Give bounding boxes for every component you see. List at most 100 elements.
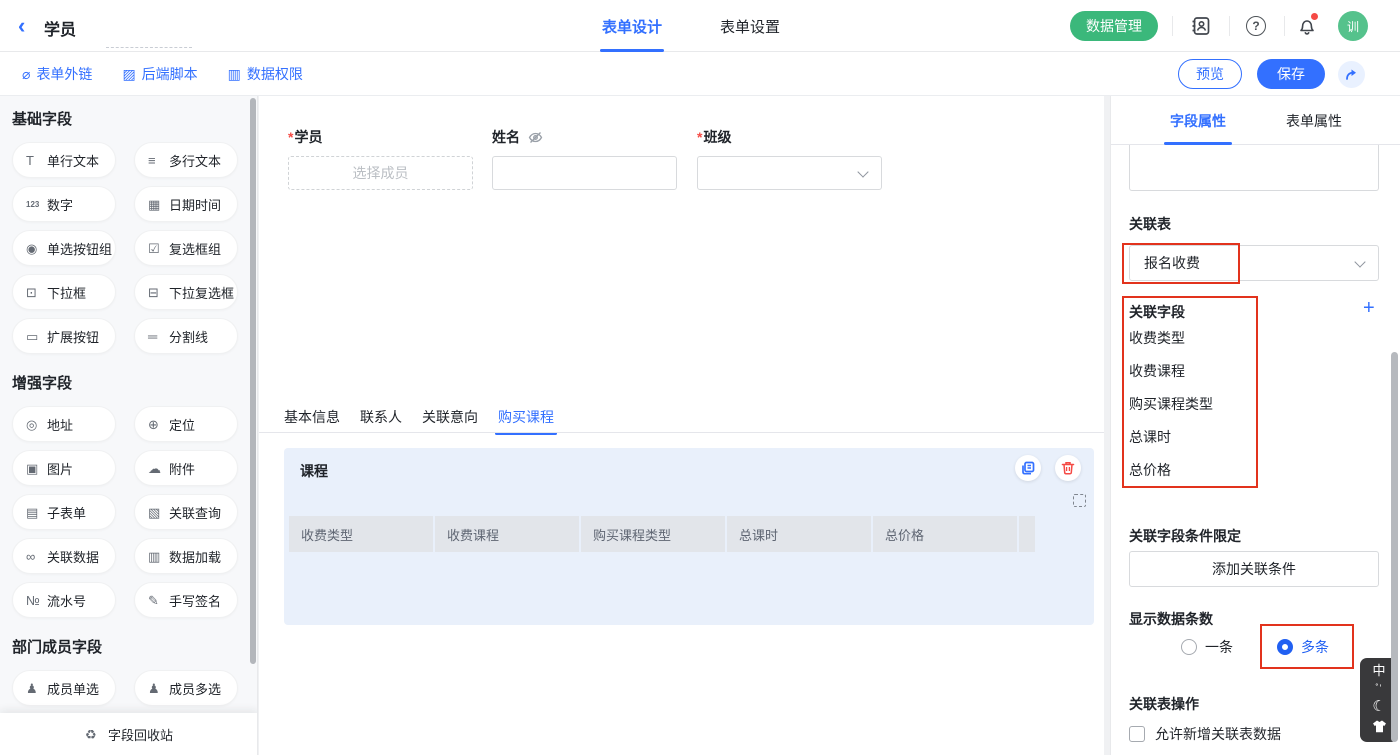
field-pill-member-single[interactable]: ♟成员单选 [12,670,116,706]
display-option-single[interactable]: 一条 [1181,637,1233,657]
ime-punctuation-icon[interactable]: ˚’ [1376,684,1383,693]
canvas-tab-related-intent[interactable]: 关联意向 [422,402,478,432]
preview-button[interactable]: 预览 [1178,59,1242,89]
student-member-picker[interactable]: 选择成员 [288,156,473,190]
field-pill-number[interactable]: 123数字 [12,186,116,222]
backend-script-icon: ▨ [122,67,135,81]
single-line-text-label: 单行文本 [47,151,99,170]
panel-tab-form-props[interactable]: 表单属性 [1286,96,1342,145]
eye-off-icon [528,131,543,147]
related-field-item[interactable]: 总价格 [1129,462,1213,478]
subform-table-header: 收费类型收费课程购买课程类型总课时总价格 [289,516,1035,552]
add-related-field-icon[interactable]: + [1363,296,1375,320]
resize-handle-icon[interactable] [1073,494,1086,507]
display-option-multiple[interactable]: 多条 [1277,637,1329,657]
field-pill-multi-select[interactable]: ⊟下拉复选框 [134,274,238,310]
field-pill-data-load[interactable]: ▥数据加载 [134,538,238,574]
display-option-label: 一条 [1205,637,1233,657]
subform-column-header: 收费类型 [289,516,433,552]
field-pill-checkbox-group[interactable]: ☑ 复选框组 [134,230,238,266]
field-pill-attachment[interactable]: ☁附件 [134,450,238,486]
header-tab-form-settings[interactable]: 表单设置 [720,0,780,52]
avatar[interactable]: 训 [1338,11,1368,41]
related-field-item[interactable]: 购买课程类型 [1129,396,1213,412]
save-button[interactable]: 保存 [1257,59,1325,89]
field-title-input[interactable] [1129,145,1379,191]
related-field-item[interactable]: 收费课程 [1129,363,1213,379]
radio-group-label: 单选按钮组 [47,239,112,258]
field-pill-extend-button[interactable]: ▭扩展按钮 [12,318,116,354]
copy-widget-button[interactable] [1015,455,1041,481]
field-pill-radio-group[interactable]: ◉单选按钮组 [12,230,116,266]
address-book-icon[interactable] [1190,15,1212,37]
class-select[interactable] [697,156,882,190]
related-field-item[interactable]: 收费类型 [1129,330,1213,346]
field-pill-lookup-query[interactable]: ▧关联查询 [134,494,238,530]
name-input[interactable] [492,156,677,190]
related-table-select[interactable]: 报名收费 [1129,245,1379,281]
ime-lang-indicator[interactable]: 中 [1372,664,1385,678]
subform-column-extra [1019,516,1035,552]
data-manage-button[interactable]: 数据管理 [1070,11,1158,41]
form-canvas: *学员 选择成员 姓名 *班级 基本信息联系人关联意向购买课程 课程 [259,96,1104,755]
field-pill-single-line-text[interactable]: T 单行文本 [12,142,116,178]
field-pill-member-multi[interactable]: ♟成员多选 [134,670,238,706]
radio-unselected-icon[interactable] [1181,639,1197,655]
field-pill-select[interactable]: ⊡下拉框 [12,274,116,310]
allow-add-label: 允许新增关联表数据 [1155,724,1281,744]
pill-grid: ♟成员单选 ♟成员多选 [12,670,245,706]
field-pill-divider-line[interactable]: ═分割线 [134,318,238,354]
add-condition-button[interactable]: 添加关联条件 [1129,551,1379,587]
canvas-tab-purchased-courses[interactable]: 购买课程 [498,402,554,432]
checkbox-group-label: 复选框组 [169,239,221,258]
canvas-tab-contacts[interactable]: 联系人 [360,402,402,432]
field-pill-location[interactable]: ⊕定位 [134,406,238,442]
field-pill-address[interactable]: ◎地址 [12,406,116,442]
ime-moon-icon[interactable]: ☾ [1372,699,1385,714]
datetime-icon: ▦ [148,198,163,211]
checkbox-group-icon: ☑ [148,242,163,255]
field-pill-serial-number[interactable]: №流水号 [12,582,116,618]
share-button[interactable] [1338,61,1365,88]
toolbar-link-backend-script[interactable]: ▨后端脚本 [122,64,197,84]
condition-label: 关联字段条件限定 [1129,526,1241,546]
single-line-text-icon: T [26,154,41,167]
ime-skin-icon[interactable] [1372,720,1387,736]
multi-line-text-icon: ≡ [148,154,163,167]
recycle-label: 字段回收站 [108,725,173,744]
allow-add-checkbox[interactable] [1129,726,1145,742]
panel-tab-field-props[interactable]: 字段属性 [1170,96,1226,145]
chevron-down-icon [1354,256,1365,267]
toolbar-link-data-permission[interactable]: ▥数据权限 [228,64,303,84]
header-tab-form-design[interactable]: 表单设计 [602,0,662,52]
field-pill-image[interactable]: ▣图片 [12,450,116,486]
divider [1229,16,1230,36]
related-fields-list: 收费类型收费课程购买课程类型总课时总价格 [1129,330,1213,478]
back-icon[interactable]: ‹ [18,13,25,39]
lookup-query-label: 关联查询 [169,503,221,522]
tab-divider [259,432,1104,433]
help-icon[interactable]: ? [1246,16,1266,36]
location-icon: ⊕ [148,418,163,431]
panel-scrollbar[interactable] [1391,352,1398,742]
allow-add-row[interactable]: 允许新增关联表数据 [1129,724,1281,744]
form-designer-app: ‹ 学员 表单设计表单设置 数据管理 ? 训 ⌀表单外链▨后端脚本▥数据权限 [0,0,1400,755]
multi-select-icon: ⊟ [148,286,163,299]
subform-card-selected[interactable]: 课程 收费类型收费课程购买课程类型总课时总价格 [284,448,1094,625]
pill-grid: T 单行文本 ≡多行文本 123数字 ▦日期时间 ◉单选按钮组 ☑ 复选框组 ⊡下拉框 ⊟下拉复选… [12,142,245,354]
field-recycle-bin[interactable]: ♻ 字段回收站 [0,713,258,755]
related-field-item[interactable]: 总课时 [1129,429,1213,445]
sidebar-scrollbar[interactable] [250,98,256,664]
field-pill-multi-line-text[interactable]: ≡多行文本 [134,142,238,178]
field-pill-subform[interactable]: ▤子表单 [12,494,116,530]
field-pill-signature[interactable]: ✎手写签名 [134,582,238,618]
field-pill-datetime[interactable]: ▦日期时间 [134,186,238,222]
canvas-tab-basic-info[interactable]: 基本信息 [284,402,340,432]
toolbar-link-form-external-link[interactable]: ⌀表单外链 [22,64,92,84]
related-data-icon: ∞ [26,550,41,563]
field-pill-related-data[interactable]: ∞关联数据 [12,538,116,574]
signature-icon: ✎ [148,594,163,607]
radio-selected-icon[interactable] [1277,639,1293,655]
data-permission-icon: ▥ [228,67,241,81]
delete-widget-button[interactable] [1055,455,1081,481]
